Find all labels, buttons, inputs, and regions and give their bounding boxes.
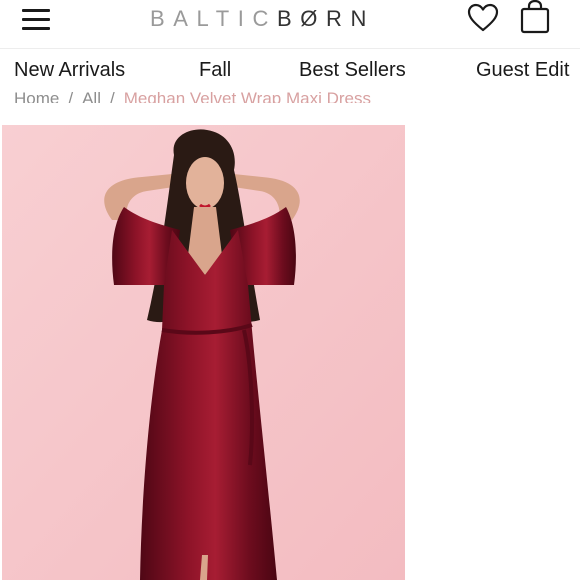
shopping-bag-icon[interactable]	[519, 0, 551, 34]
nav-item-new-arrivals[interactable]: New Arrivals	[14, 59, 125, 82]
breadcrumb-separator: /	[110, 89, 115, 103]
breadcrumb-current: Meghan Velvet Wrap Maxi Dress	[123, 89, 371, 103]
site-header: BALTICBØRN	[0, 0, 580, 49]
hamburger-menu-icon[interactable]	[22, 5, 52, 30]
brand-logo[interactable]: BALTICBØRN	[150, 6, 440, 32]
logo-text-light: BALTIC	[150, 6, 277, 31]
product-image[interactable]	[2, 125, 405, 580]
breadcrumb-home[interactable]: Home	[14, 89, 59, 103]
breadcrumb-all[interactable]: All	[82, 89, 101, 103]
nav-item-guest-edit[interactable]: Guest Edit	[476, 59, 569, 82]
product-photo-illustration	[2, 125, 405, 580]
nav-item-best-sellers[interactable]: Best Sellers	[299, 59, 406, 82]
nav-item-fall[interactable]: Fall	[199, 59, 231, 82]
main-nav: New Arrivals Fall Best Sellers Guest Edi…	[0, 49, 580, 91]
logo-text-dark: BØRN	[277, 6, 375, 31]
breadcrumb-separator: /	[68, 89, 74, 103]
heart-icon[interactable]	[467, 3, 499, 33]
breadcrumb: Home / All / Meghan Velvet Wrap Maxi Dress	[14, 89, 371, 103]
